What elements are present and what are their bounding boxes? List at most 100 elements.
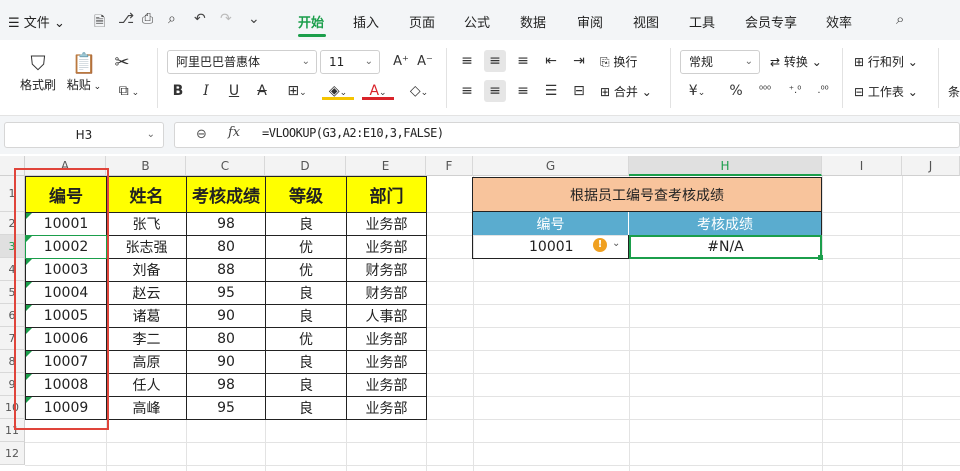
thousands-icon[interactable]: ⁰⁰⁰ <box>752 80 778 102</box>
save-icon[interactable]: 🗎 <box>94 11 105 35</box>
conditional-format-button[interactable]: 条 <box>948 83 960 100</box>
table-cell[interactable]: 财务部 <box>346 281 427 305</box>
table-cell[interactable]: 张飞 <box>106 212 187 236</box>
table-cell[interactable]: 业务部 <box>346 235 427 259</box>
table-cell[interactable]: 80 <box>186 235 266 259</box>
clear-format-icon[interactable]: ◇⌄ <box>402 80 436 102</box>
table-cell[interactable]: 良 <box>265 396 347 420</box>
error-dropdown-icon[interactable]: ⌄ <box>612 238 620 249</box>
table-cell[interactable]: 高峰 <box>106 396 187 420</box>
table-cell[interactable]: 优 <box>265 235 347 259</box>
italic-icon[interactable]: I <box>196 80 216 102</box>
align-bottom-icon[interactable]: ≡ <box>512 50 534 72</box>
format-painter-button[interactable]: ⛉ 格式刷 <box>18 50 58 93</box>
tab-tools[interactable]: 工具 <box>689 12 715 31</box>
tab-insert[interactable]: 插入 <box>353 12 379 31</box>
file-menu[interactable]: ☰ 文件 ⌄ <box>8 12 65 31</box>
tab-formulas[interactable]: 公式 <box>464 12 490 31</box>
paste-button[interactable]: 📋 粘贴 ⌄ <box>64 50 104 93</box>
undo-icon[interactable]: ↶ <box>194 11 206 27</box>
increase-decimal-icon[interactable]: ⁺.⁰ <box>782 80 808 102</box>
table-cell[interactable]: 高原 <box>106 350 187 374</box>
name-box[interactable]: H3 ⌄ <box>4 122 164 148</box>
font-color-icon[interactable]: A⌄ <box>362 80 394 100</box>
column-header-b[interactable]: B <box>106 156 186 176</box>
lookup-header-score[interactable]: 考核成绩 <box>629 212 822 235</box>
table-cell[interactable]: 业务部 <box>346 373 427 397</box>
currency-icon[interactable]: ¥⌄ <box>684 80 710 102</box>
align-left-icon[interactable]: ≡ <box>456 80 478 102</box>
print-preview-icon[interactable]: ⌕ <box>168 11 176 27</box>
tab-view[interactable]: 视图 <box>633 12 659 31</box>
decrease-font-icon[interactable]: A⁻ <box>414 51 436 73</box>
column-header-i[interactable]: I <box>822 156 902 176</box>
table-cell[interactable]: 90 <box>186 350 266 374</box>
fill-handle[interactable] <box>818 255 823 260</box>
convert-button[interactable]: ⇄ 转换 ⌄ <box>770 53 822 70</box>
table-cell[interactable]: 业务部 <box>346 396 427 420</box>
lookup-title[interactable]: 根据员工编号查考核成绩 <box>472 177 822 212</box>
tab-data[interactable]: 数据 <box>520 12 546 31</box>
table-header-cell[interactable]: 姓名 <box>106 176 187 213</box>
table-cell[interactable]: 良 <box>265 212 347 236</box>
table-header-cell[interactable]: 部门 <box>346 176 427 213</box>
align-middle-icon[interactable]: ≡ <box>484 50 506 72</box>
table-cell[interactable]: 良 <box>265 350 347 374</box>
column-header-d[interactable]: D <box>265 156 346 176</box>
table-cell[interactable]: 良 <box>265 373 347 397</box>
column-header-c[interactable]: C <box>186 156 265 176</box>
tab-page[interactable]: 页面 <box>409 12 435 31</box>
tab-efficiency[interactable]: 效率 <box>826 12 852 31</box>
table-cell[interactable]: 李二 <box>106 327 187 351</box>
worksheet-button[interactable]: ⊟ 工作表 ⌄ <box>854 83 918 100</box>
cut-icon[interactable]: ✂ <box>110 52 134 74</box>
table-cell[interactable]: 98 <box>186 212 266 236</box>
copy-icon[interactable]: ⧉ ⌄ <box>112 80 146 102</box>
table-cell[interactable]: 优 <box>265 327 347 351</box>
table-cell[interactable]: 刘备 <box>106 258 187 282</box>
column-header-g[interactable]: G <box>473 156 629 176</box>
table-header-cell[interactable]: 考核成绩 <box>186 176 266 213</box>
tab-review[interactable]: 审阅 <box>577 12 603 31</box>
font-name-select[interactable]: 阿里巴巴普惠体 ⌄ <box>167 50 317 74</box>
more-chevron-icon[interactable]: ⌄ <box>248 11 260 27</box>
table-cell[interactable]: 诸葛 <box>106 304 187 328</box>
column-header-f[interactable]: F <box>426 156 473 176</box>
align-right-icon[interactable]: ≡ <box>512 80 534 102</box>
wrap-text-button[interactable]: ⎘ 换行 <box>600 53 637 70</box>
redo-icon[interactable]: ↷ <box>220 11 232 27</box>
table-cell[interactable]: 人事部 <box>346 304 427 328</box>
merge-button[interactable]: ⊞ 合并 ⌄ <box>600 83 652 100</box>
table-cell[interactable]: 业务部 <box>346 350 427 374</box>
increase-font-icon[interactable]: A⁺ <box>390 51 412 73</box>
bold-icon[interactable]: B <box>168 80 188 102</box>
table-cell[interactable]: 业务部 <box>346 212 427 236</box>
strikethrough-icon[interactable]: A <box>252 80 272 102</box>
column-header-e[interactable]: E <box>346 156 426 176</box>
tab-member[interactable]: 会员专享 <box>745 12 797 31</box>
decrease-indent-icon[interactable]: ⇤ <box>540 50 562 72</box>
table-cell[interactable]: 张志强 <box>106 235 187 259</box>
print-icon[interactable]: ⎙ <box>142 11 153 27</box>
search-icon[interactable]: ⌕ <box>896 10 904 28</box>
table-cell[interactable]: 优 <box>265 258 347 282</box>
table-cell[interactable]: 95 <box>186 396 266 420</box>
table-cell[interactable]: 良 <box>265 281 347 305</box>
table-cell[interactable]: 90 <box>186 304 266 328</box>
table-header-cell[interactable]: 等级 <box>265 176 347 213</box>
lookup-result-cell[interactable]: #N/A <box>629 235 822 259</box>
fill-color-icon[interactable]: ◈⌄ <box>322 80 354 100</box>
align-center-icon[interactable]: ≡ <box>484 80 506 102</box>
row-header-12[interactable]: 12 <box>0 442 25 465</box>
error-warning-icon[interactable]: ! <box>593 238 607 252</box>
justify-icon[interactable]: ☰ <box>540 80 562 102</box>
percent-icon[interactable]: % <box>726 80 746 102</box>
table-cell[interactable]: 95 <box>186 281 266 305</box>
table-cell[interactable]: 赵云 <box>106 281 187 305</box>
borders-icon[interactable]: ⊞⌄ <box>282 80 312 102</box>
table-cell[interactable]: 80 <box>186 327 266 351</box>
table-cell[interactable]: 88 <box>186 258 266 282</box>
table-cell[interactable]: 良 <box>265 304 347 328</box>
font-size-select[interactable]: 11 ⌄ <box>320 50 380 74</box>
lookup-header-id[interactable]: 编号 <box>472 212 629 235</box>
